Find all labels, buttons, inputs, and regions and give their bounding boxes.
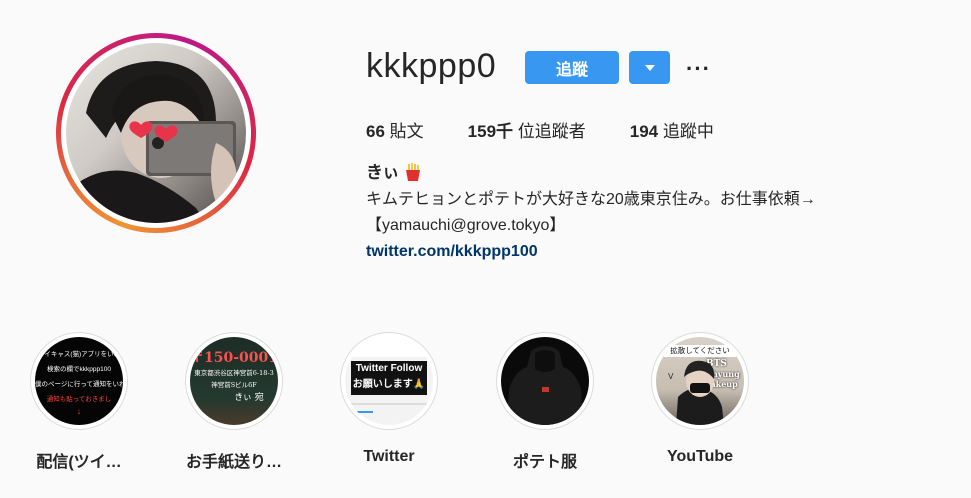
highlight-cover-ring: 〒150-0001 東京都渋谷区神宮前6-18-3 神宮前Sビル6F きぃ 宛 (185, 332, 283, 430)
highlight-cover-ring (496, 332, 594, 430)
follow-button[interactable]: 追蹤 (525, 51, 619, 84)
highlight-label: お手紙送り… (185, 454, 282, 471)
profile-username: kkkppp0 (366, 47, 497, 85)
more-options-icon[interactable]: ··· (686, 56, 711, 82)
highlight-cover: 〒150-0001 東京都渋谷区神宮前6-18-3 神宮前Sビル6F きぃ 宛 (190, 337, 278, 425)
youtube-thumbnail-person: V (668, 360, 724, 425)
chevron-down-icon (644, 64, 655, 71)
stat-count: 159千 (467, 122, 514, 141)
bio-line: 【yamauchi@grove.tokyo】 (366, 217, 566, 234)
avatar-photo (66, 61, 237, 223)
profile-bio: きぃ キムテヒョンとポテトが大好きな20歳東京住み。お仕事依頼→ 【yamauc… (366, 160, 816, 265)
highlight-item[interactable]: ポテト服 (495, 332, 595, 472)
arrow-down-icon: ↓ (76, 406, 82, 416)
highlight-cover-ring: ツイキャス(猫)アプリをいれ 検索の欄でkkkppp100 僕のページに行って通… (30, 332, 128, 430)
cover-text: Twitter Follow (355, 363, 423, 374)
avatar-ring-gap (61, 38, 251, 228)
stat-followers[interactable]: 159千 位追蹤者 (468, 117, 586, 142)
svg-text:V: V (668, 372, 674, 381)
suggested-dropdown-button[interactable] (629, 51, 670, 84)
stat-label: 貼文 (389, 122, 424, 141)
cover-text: ツイキャス(猫)アプリをいれ (37, 351, 121, 358)
french-fries-icon (405, 163, 420, 181)
highlight-cover: ツイキャス(猫)アプリをいれ 検索の欄でkkkppp100 僕のページに行って通… (35, 337, 123, 425)
stat-count: 66 (366, 122, 385, 141)
highlight-cover: Twitter Follow お願いします🙏 (345, 337, 433, 425)
highlight-cover: 拡散してください BTS taehyung makeup V (656, 337, 744, 425)
highlight-item[interactable]: ツイキャス(猫)アプリをいれ 検索の欄でkkkppp100 僕のページに行って通… (29, 332, 129, 472)
highlight-cover-ring: 拡散してください BTS taehyung makeup V (651, 332, 749, 430)
stat-label: 追蹤中 (662, 122, 714, 141)
cover-text: きぃ 宛 (234, 393, 264, 403)
profile-name: きぃ (366, 163, 400, 182)
highlight-cover-ring: Twitter Follow お願いします🙏 (340, 332, 438, 430)
cover-text: 〒150-0001 (190, 350, 278, 366)
stat-label: 位追蹤者 (517, 122, 586, 141)
cover-text: 僕のページに行って通知をいれる (35, 381, 123, 388)
cover-text: 東京都渋谷区神宮前6-18-3 (194, 369, 274, 377)
avatar[interactable] (66, 43, 246, 223)
stat-count: 194 (629, 122, 659, 141)
highlight-label: YouTube (666, 448, 734, 465)
profile-name-row: きぃ (366, 160, 816, 187)
highlight-cover (501, 337, 589, 425)
highlight-label: 配信(ツイ… (36, 454, 122, 471)
bio-line: キムテヒョンとポテトが大好きな20歳東京住み。お仕事依頼→ (366, 191, 816, 208)
profile-avatar-ring[interactable] (56, 33, 256, 233)
highlight-item[interactable]: 〒150-0001 東京都渋谷区神宮前6-18-3 神宮前Sビル6F きぃ 宛 … (184, 332, 284, 472)
profile-external-link[interactable]: twitter.com/kkkppp100 (366, 239, 816, 265)
cover-text: 検索の欄でkkkppp100 (47, 366, 111, 373)
highlight-label: Twitter (363, 448, 415, 465)
stat-posts: 66 貼文 (366, 117, 424, 142)
cover-text: お願いします🙏 (352, 379, 426, 390)
highlight-item[interactable]: Twitter Follow お願いします🙏 Twitter (339, 332, 439, 466)
cover-text: 神宮前Sビル6F (211, 381, 257, 389)
highlight-item[interactable]: 拡散してください BTS taehyung makeup V YouTube (650, 332, 750, 466)
highlight-label: ポテト服 (512, 454, 577, 471)
profile-stats: 66 貼文 159千 位追蹤者 194 追蹤中 (366, 117, 758, 142)
cover-text: 通知も貼っておきまし (46, 396, 112, 403)
stat-following[interactable]: 194 追蹤中 (630, 117, 714, 142)
hoodie-photo (507, 346, 583, 425)
